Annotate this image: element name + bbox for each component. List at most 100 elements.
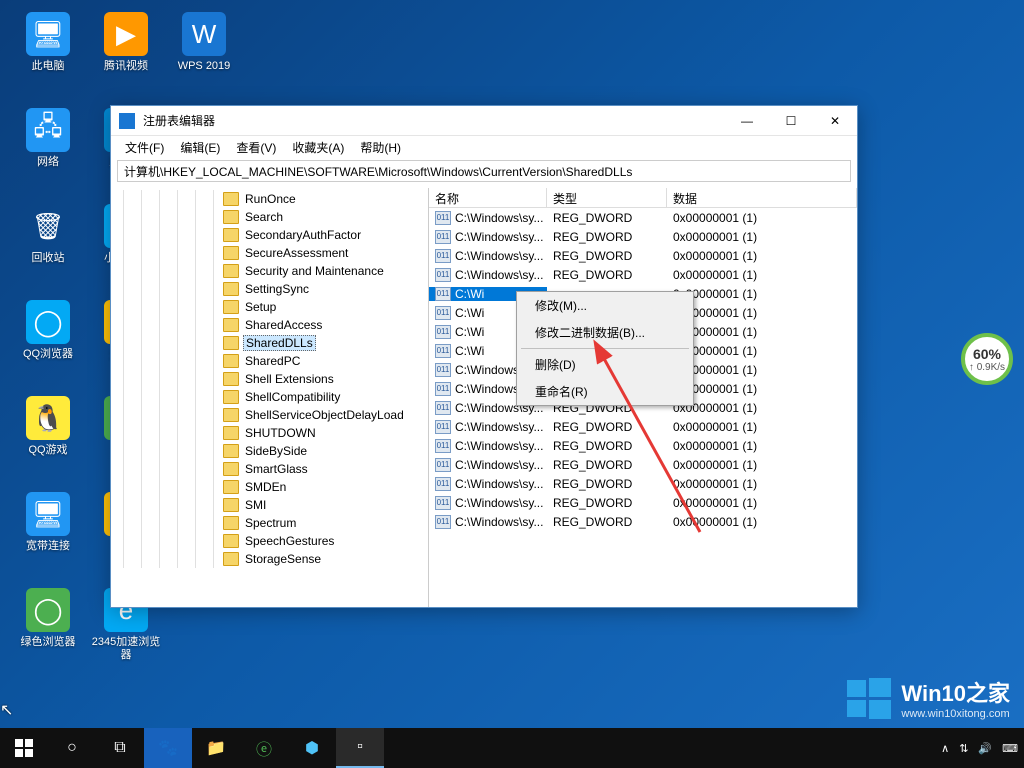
- tree-node[interactable]: SmartGlass: [115, 460, 428, 478]
- minimize-button[interactable]: —: [725, 106, 769, 135]
- tray-chevron-icon[interactable]: ∧: [941, 742, 949, 755]
- value-type: REG_DWORD: [547, 496, 667, 510]
- speed-gauge[interactable]: 60% ↑ 0.9K/s: [961, 333, 1013, 385]
- app-icon: W: [182, 12, 226, 56]
- menu-item[interactable]: 编辑(E): [174, 137, 226, 158]
- tree-node[interactable]: Spectrum: [115, 514, 428, 532]
- address-bar[interactable]: 计算机\HKEY_LOCAL_MACHINE\SOFTWARE\Microsof…: [117, 160, 851, 182]
- tree-node[interactable]: SpeechGestures: [115, 532, 428, 550]
- value-row[interactable]: 011C:\Windows\sy...REG_DWORD0x00000001 (…: [429, 246, 857, 265]
- folder-icon: [223, 552, 239, 566]
- taskbar-ie[interactable]: ⓔ: [240, 728, 288, 768]
- value-data: 0x00000001 (1): [667, 363, 857, 377]
- value-type: REG_DWORD: [547, 211, 667, 225]
- value-row[interactable]: 011C:\Windows\sy...REG_DWORD0x00000001 (…: [429, 493, 857, 512]
- tree-node[interactable]: ShellCompatibility: [115, 388, 428, 406]
- taskbar-folder[interactable]: 📁: [192, 728, 240, 768]
- tree-label: SHUTDOWN: [243, 426, 318, 440]
- col-type[interactable]: 类型: [547, 188, 667, 207]
- maximize-button[interactable]: ☐: [769, 106, 813, 135]
- app-icon: ▶: [104, 12, 148, 56]
- tree-node[interactable]: SharedPC: [115, 352, 428, 370]
- desktop-icon[interactable]: 🖧网络: [12, 104, 84, 192]
- col-data[interactable]: 数据: [667, 188, 857, 207]
- tree-label: ShellServiceObjectDelayLoad: [243, 408, 406, 422]
- desktop-icon[interactable]: ▶腾讯视频: [90, 8, 162, 96]
- titlebar[interactable]: 注册表编辑器 — ☐ ✕: [111, 106, 857, 136]
- taskbar-regedit[interactable]: ▫: [336, 728, 384, 768]
- value-data: 0x00000001 (1): [667, 306, 857, 320]
- tree-node[interactable]: SHUTDOWN: [115, 424, 428, 442]
- tree-pane[interactable]: RunOnce Search SecondaryAuthFactorSecureAs…: [111, 188, 429, 607]
- reg-dword-icon: 011: [435, 420, 451, 434]
- tree-node[interactable]: SideBySide: [115, 442, 428, 460]
- value-row[interactable]: 011C:\Windows\sy...REG_DWORD0x00000001 (…: [429, 474, 857, 493]
- desktop-icon[interactable]: 🖥宽带连接: [12, 488, 84, 576]
- tree-label: SharedDLLs: [243, 335, 316, 351]
- tray-ime-icon[interactable]: ⌨: [1002, 742, 1018, 755]
- value-name: C:\Windows\sy...: [455, 211, 543, 225]
- tray-volume-icon[interactable]: 🔊: [978, 742, 992, 755]
- value-data: 0x00000001 (1): [667, 439, 857, 453]
- tray-network-icon[interactable]: ⇅: [959, 742, 968, 755]
- value-row[interactable]: 011C:\Windows\sy...REG_DWORD0x00000001 (…: [429, 455, 857, 474]
- value-row[interactable]: 011C:\Windows\sy...REG_DWORD0x00000001 (…: [429, 436, 857, 455]
- folder-icon: [223, 192, 239, 206]
- desktop-icon[interactable]: 🖥此电脑: [12, 8, 84, 96]
- desktop-icon[interactable]: 🗑回收站: [12, 200, 84, 288]
- tree-node[interactable]: SMI: [115, 496, 428, 514]
- tree-node[interactable]: StorageSense: [115, 550, 428, 568]
- folder-icon: [223, 498, 239, 512]
- menu-item[interactable]: 查看(V): [230, 137, 282, 158]
- value-name: C:\Wi: [455, 306, 484, 320]
- tree-node[interactable]: Setup: [115, 298, 428, 316]
- app-icon: 🖥: [26, 12, 70, 56]
- tree-node[interactable]: Shell Extensions: [115, 370, 428, 388]
- col-name[interactable]: 名称: [429, 188, 547, 207]
- context-menu-item[interactable]: 重命名(R): [517, 378, 693, 405]
- value-name: C:\Windows\sy...: [455, 458, 543, 472]
- tree-node[interactable]: RunOnce: [115, 190, 428, 208]
- app-icon: ◯: [26, 300, 70, 344]
- value-row[interactable]: 011C:\Windows\sy...REG_DWORD0x00000001 (…: [429, 417, 857, 436]
- tree-node[interactable]: SharedDLLs: [115, 334, 428, 352]
- context-menu-item[interactable]: 删除(D): [517, 351, 693, 378]
- menu-item[interactable]: 文件(F): [119, 137, 170, 158]
- close-button[interactable]: ✕: [813, 106, 857, 135]
- menu-item[interactable]: 帮助(H): [354, 137, 407, 158]
- context-menu-item[interactable]: 修改二进制数据(B)...: [517, 319, 693, 346]
- window-icon: [119, 113, 135, 129]
- tree-node[interactable]: SMDEn: [115, 478, 428, 496]
- tree-node[interactable]: SettingSync: [115, 280, 428, 298]
- desktop-icon[interactable]: ◯QQ浏览器: [12, 296, 84, 384]
- tree-node[interactable]: SecureAssessment: [115, 244, 428, 262]
- value-name: C:\Windows\sy...: [455, 268, 543, 282]
- start-button[interactable]: [0, 728, 48, 768]
- taskbar-app-1[interactable]: 🐾: [144, 728, 192, 768]
- value-row[interactable]: 011C:\Windows\sy...REG_DWORD0x00000001 (…: [429, 265, 857, 284]
- app-icon: 🖧: [26, 108, 70, 152]
- tree-node[interactable]: Search: [115, 208, 428, 226]
- tree-node[interactable]: ShellServiceObjectDelayLoad: [115, 406, 428, 424]
- tree-node[interactable]: SecondaryAuthFactor: [115, 226, 428, 244]
- windows-logo-icon: [847, 676, 891, 720]
- taskbar-store[interactable]: ⬢: [288, 728, 336, 768]
- desktop-icon[interactable]: WWPS 2019: [168, 8, 240, 96]
- folder-icon: [223, 444, 239, 458]
- tree-label: Search: [243, 210, 285, 224]
- context-menu-item[interactable]: 修改(M)...: [517, 292, 693, 319]
- folder-icon: [223, 480, 239, 494]
- reg-dword-icon: 011: [435, 401, 451, 415]
- value-row[interactable]: 011C:\Windows\sy...REG_DWORD0x00000001 (…: [429, 208, 857, 227]
- cortana-button[interactable]: ○: [48, 728, 96, 768]
- reg-dword-icon: 011: [435, 306, 451, 320]
- value-row[interactable]: 011C:\Windows\sy...REG_DWORD0x00000001 (…: [429, 512, 857, 531]
- tree-node[interactable]: SharedAccess: [115, 316, 428, 334]
- taskview-button[interactable]: ⧉: [96, 728, 144, 768]
- menu-item[interactable]: 收藏夹(A): [286, 137, 350, 158]
- value-row[interactable]: 011C:\Windows\sy...REG_DWORD0x00000001 (…: [429, 227, 857, 246]
- tree-node[interactable]: Security and Maintenance: [115, 262, 428, 280]
- value-type: REG_DWORD: [547, 230, 667, 244]
- desktop-icon[interactable]: 🐧QQ游戏: [12, 392, 84, 480]
- desktop-icon[interactable]: ◯绿色浏览器: [12, 584, 84, 672]
